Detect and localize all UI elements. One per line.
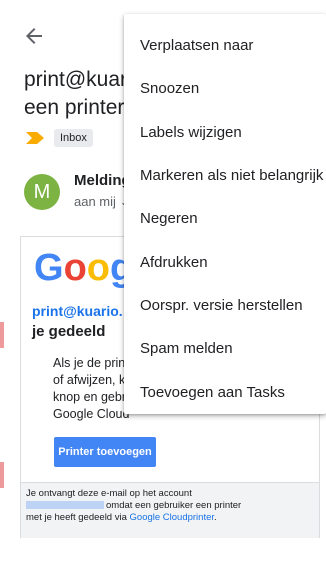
- label-row: Inbox: [26, 128, 93, 148]
- importance-marker-icon[interactable]: [26, 132, 44, 144]
- redacted-email: [26, 501, 104, 510]
- printer-owner-link[interactable]: print@kuario.: [32, 303, 123, 319]
- card-footer: Je ontvangt deze e-mail op het account o…: [21, 482, 319, 538]
- inbox-label-chip[interactable]: Inbox: [54, 129, 93, 147]
- back-button[interactable]: [22, 24, 46, 48]
- menu-item-report-spam[interactable]: Spam melden: [124, 327, 326, 370]
- footer-line-1: Je ontvangt deze e-mail op het account: [26, 488, 192, 499]
- menu-item-revert-original[interactable]: Oorspr. versie herstellen: [124, 284, 326, 327]
- body-line: Google Cloud: [53, 407, 130, 421]
- sender-avatar[interactable]: M: [24, 174, 60, 210]
- edge-decoration: [0, 462, 4, 488]
- menu-item-change-labels[interactable]: Labels wijzigen: [124, 111, 326, 154]
- menu-item-mark-not-important[interactable]: Markeren als niet belangrijk: [124, 154, 326, 197]
- recipient-details[interactable]: aan mij ⌄: [74, 194, 130, 210]
- menu-item-snooze[interactable]: Snoozen: [124, 67, 326, 110]
- menu-item-add-to-tasks[interactable]: Toevoegen aan Tasks: [124, 370, 326, 413]
- google-logo: Goog: [34, 247, 134, 289]
- footer-line-3: met je heeft gedeeld via Google Cloudpri…: [26, 512, 217, 523]
- card-body-text: Als je de prin of afwijzen, k knop en ge…: [53, 355, 129, 423]
- footer-line-2: omdat een gebruiker een printer: [26, 500, 314, 512]
- body-line: Als je de prin: [53, 356, 126, 370]
- recipient-label: aan mij: [74, 194, 116, 209]
- sender-name: Melding: [74, 172, 131, 189]
- menu-item-print[interactable]: Afdrukken: [124, 240, 326, 283]
- body-line: of afwijzen, k: [53, 373, 126, 387]
- body-line: knop en gebr: [53, 390, 126, 404]
- add-printer-button[interactable]: Printer toevoegen: [54, 437, 156, 467]
- overflow-menu: Verplaatsen naar Snoozen Labels wijzigen…: [124, 14, 326, 414]
- cloudprint-link[interactable]: Google Cloudprinter: [130, 512, 215, 523]
- card-heading: je gedeeld: [32, 323, 106, 340]
- edge-decoration: [0, 322, 4, 348]
- menu-item-move-to[interactable]: Verplaatsen naar: [124, 24, 326, 67]
- menu-item-ignore[interactable]: Negeren: [124, 197, 326, 240]
- arrow-back-icon: [26, 28, 42, 44]
